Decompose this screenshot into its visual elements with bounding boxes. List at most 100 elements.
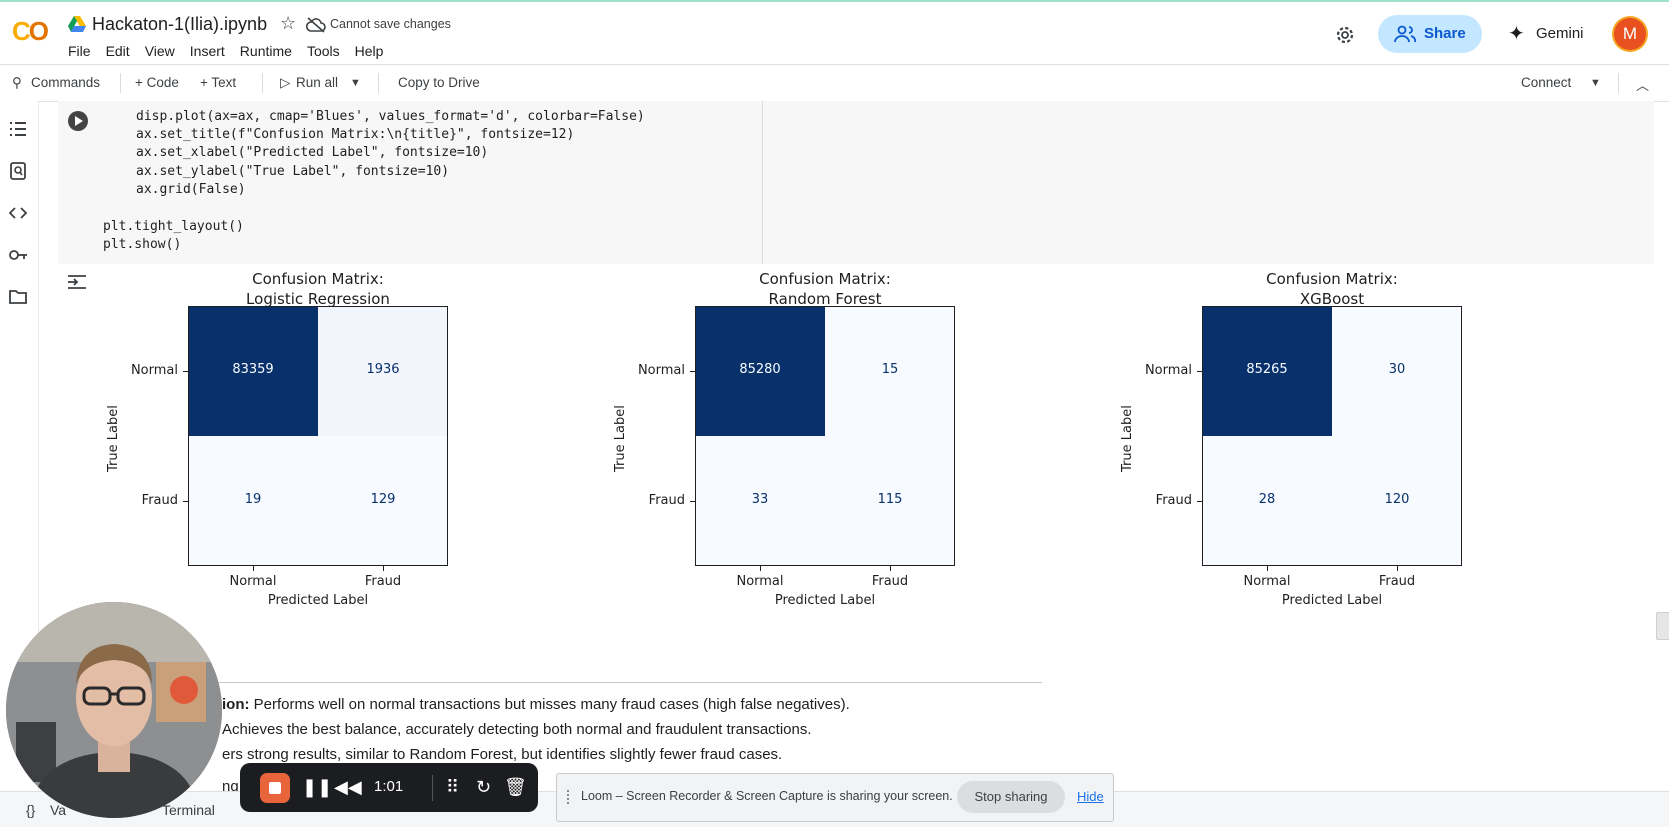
drag-handle-icon[interactable] [567, 790, 575, 804]
y-tick-mark [690, 501, 695, 502]
toolbar-divider [120, 73, 121, 93]
chart-title: Confusion Matrix: [1266, 270, 1398, 288]
restart-icon[interactable]: ↻ [476, 776, 491, 798]
x-tick-label: Fraud [871, 574, 909, 589]
find-icon[interactable] [8, 161, 28, 181]
menu-bar: File Edit View Insert Runtime Tools Help [68, 43, 398, 59]
notebook-toolbar: ⚲ Commands + Code + Text ▷ Run all ▼ Cop… [0, 64, 1669, 102]
menu-tools[interactable]: Tools [307, 43, 340, 59]
run-cell-button[interactable] [68, 111, 88, 131]
cell-divider [762, 101, 763, 264]
grid-icon[interactable]: ⠿ [446, 776, 459, 798]
y-tick-label: Fraud [141, 493, 178, 508]
y-tick-mark [183, 371, 188, 372]
colab-logo[interactable]: CO [12, 16, 49, 47]
x-tick-mark [253, 566, 254, 571]
summary-line: Achieves the best balance, accurately de… [222, 721, 812, 738]
copy-to-drive-button[interactable]: Copy to Drive [398, 75, 480, 90]
connect-dropdown-icon[interactable]: ▼ [1590, 77, 1601, 89]
x-tick-mark [890, 566, 891, 571]
plot-frame [188, 306, 448, 566]
summary-line: ion: Performs well on normal transaction… [222, 696, 850, 713]
y-tick-mark [1197, 501, 1202, 502]
chart-title: Confusion Matrix: [252, 270, 384, 288]
collapse-icon[interactable]: ︿ [1636, 75, 1649, 94]
share-button[interactable]: Share [1378, 15, 1482, 53]
rewind-icon[interactable]: ◀◀ [334, 776, 362, 798]
recording-time: 1:01 [374, 778, 404, 795]
toolbar-divider [1618, 73, 1619, 93]
save-status: Cannot save changes [330, 17, 451, 31]
x-tick-label: Fraud [364, 574, 402, 589]
plot-frame [1202, 306, 1462, 566]
run-all-icon[interactable]: ▷ [280, 75, 290, 91]
recorder-divider [432, 775, 433, 801]
code-snippets-icon[interactable] [8, 203, 28, 223]
menu-file[interactable]: File [68, 43, 91, 59]
confusion-matrix-chart: Confusion Matrix: Random Forest 85280 15 33 1… [595, 270, 1075, 650]
recorder-controls: ❚❚ ◀◀ 1:01 ⠿ ↻ 🗑 [240, 763, 538, 812]
y-axis-label: True Label [613, 405, 628, 472]
code-line: disp.plot(ax=ax, cmap='Blues', values_fo… [136, 109, 645, 124]
code-line: plt.tight_layout() [103, 219, 244, 234]
x-tick-mark [383, 566, 384, 571]
scrollbar-thumb[interactable] [1656, 612, 1669, 640]
x-tick-mark [1397, 566, 1398, 571]
hide-link[interactable]: Hide [1077, 789, 1104, 804]
y-tick-label: Fraud [1155, 493, 1192, 508]
code-line: ax.set_xlabel("Predicted Label", fontsiz… [136, 145, 489, 160]
menu-edit[interactable]: Edit [106, 43, 130, 59]
avatar[interactable]: M [1614, 18, 1646, 50]
gear-icon[interactable] [1334, 24, 1356, 46]
drive-icon [68, 16, 86, 32]
cloud-off-icon [306, 17, 326, 33]
toolbar-divider [378, 73, 379, 93]
webcam-bubble[interactable] [6, 602, 222, 818]
folder-icon[interactable] [8, 287, 28, 307]
table-of-contents-icon[interactable] [8, 119, 28, 139]
pause-icon[interactable]: ❚❚ [302, 776, 332, 798]
trash-icon[interactable]: 🗑 [504, 776, 527, 798]
add-code-button[interactable]: + Code [135, 75, 179, 90]
x-tick-label: Fraud [1378, 574, 1416, 589]
stop-sharing-button[interactable]: Stop sharing [957, 781, 1065, 813]
y-axis-label: True Label [1120, 405, 1135, 472]
plot-frame [695, 306, 955, 566]
gemini-label[interactable]: Gemini [1536, 25, 1584, 42]
x-tick-label: Normal [1243, 574, 1291, 589]
code-line: ax.set_title(f"Confusion Matrix:\n{title… [136, 127, 575, 142]
y-tick-mark [1197, 371, 1202, 372]
people-icon [1394, 25, 1416, 43]
y-tick-label: Normal [1144, 363, 1192, 378]
share-label: Share [1424, 25, 1466, 42]
commands-button[interactable]: Commands [31, 75, 100, 90]
x-axis-label: Predicted Label [1281, 593, 1383, 608]
y-tick-mark [183, 501, 188, 502]
run-all-dropdown-icon[interactable]: ▼ [350, 77, 361, 89]
summary-line: ers strong results, similar to Random Fo… [222, 746, 783, 763]
screen-share-bar: Loom – Screen Recorder & Screen Capture … [556, 773, 1114, 822]
confusion-matrix-chart: Confusion Matrix: Logistic Regression 8335… [88, 270, 568, 650]
code-line: plt.show() [103, 237, 182, 252]
x-axis-label: Predicted Label [267, 593, 369, 608]
notebook-title[interactable]: Hackaton-1(Ilia).ipynb [92, 14, 267, 35]
search-icon[interactable]: ⚲ [12, 75, 22, 91]
gemini-sparkle-icon[interactable]: ✦ [1508, 24, 1525, 44]
x-axis-label: Predicted Label [774, 593, 876, 608]
y-tick-mark [690, 371, 695, 372]
key-icon[interactable] [8, 245, 28, 265]
menu-insert[interactable]: Insert [190, 43, 225, 59]
y-tick-label: Fraud [648, 493, 685, 508]
run-all-button[interactable]: Run all [296, 75, 338, 90]
stop-recording-button[interactable] [260, 773, 290, 803]
star-icon[interactable]: ☆ [280, 13, 296, 34]
add-text-button[interactable]: + Text [200, 75, 236, 90]
menu-runtime[interactable]: Runtime [240, 43, 292, 59]
variables-icon[interactable]: {} [26, 802, 35, 818]
output-actions-icon[interactable] [66, 273, 88, 291]
terminal-label[interactable]: Terminal [162, 802, 215, 818]
menu-help[interactable]: Help [355, 43, 384, 59]
toolbar-divider [262, 73, 263, 93]
menu-view[interactable]: View [145, 43, 175, 59]
connect-button[interactable]: Connect [1521, 75, 1571, 90]
